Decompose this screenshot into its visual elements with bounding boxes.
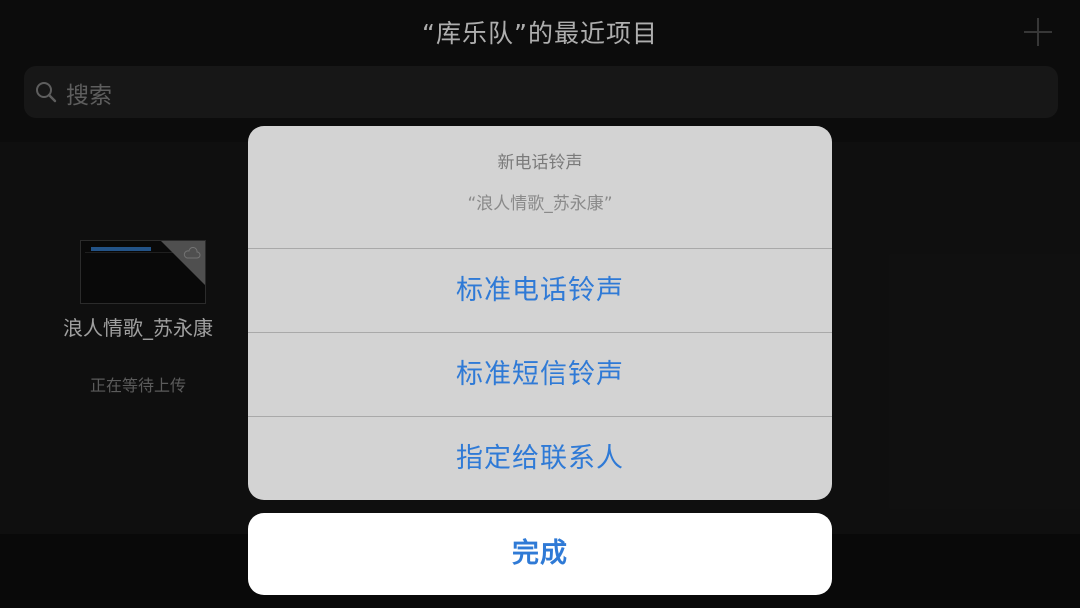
standard-ringtone-button[interactable]: 标准电话铃声 [248,248,832,332]
action-sheet-subtitle: “浪人情歌_苏永康” [467,194,613,214]
action-sheet-title: 新电话铃声 [497,153,583,173]
done-button[interactable]: 完成 [248,513,832,595]
standard-text-tone-button[interactable]: 标准短信铃声 [248,332,832,416]
assign-to-contact-button[interactable]: 指定给联系人 [248,416,832,500]
action-sheet-header: 新电话铃声 “浪人情歌_苏永康” [248,126,832,248]
screen: “库乐队”的最近项目 搜索 浪人情歌_苏永康 正在等待上传 新电话铃声 “浪人情… [0,0,1080,608]
action-sheet: 新电话铃声 “浪人情歌_苏永康” 标准电话铃声 标准短信铃声 指定给联系人 [248,126,832,500]
